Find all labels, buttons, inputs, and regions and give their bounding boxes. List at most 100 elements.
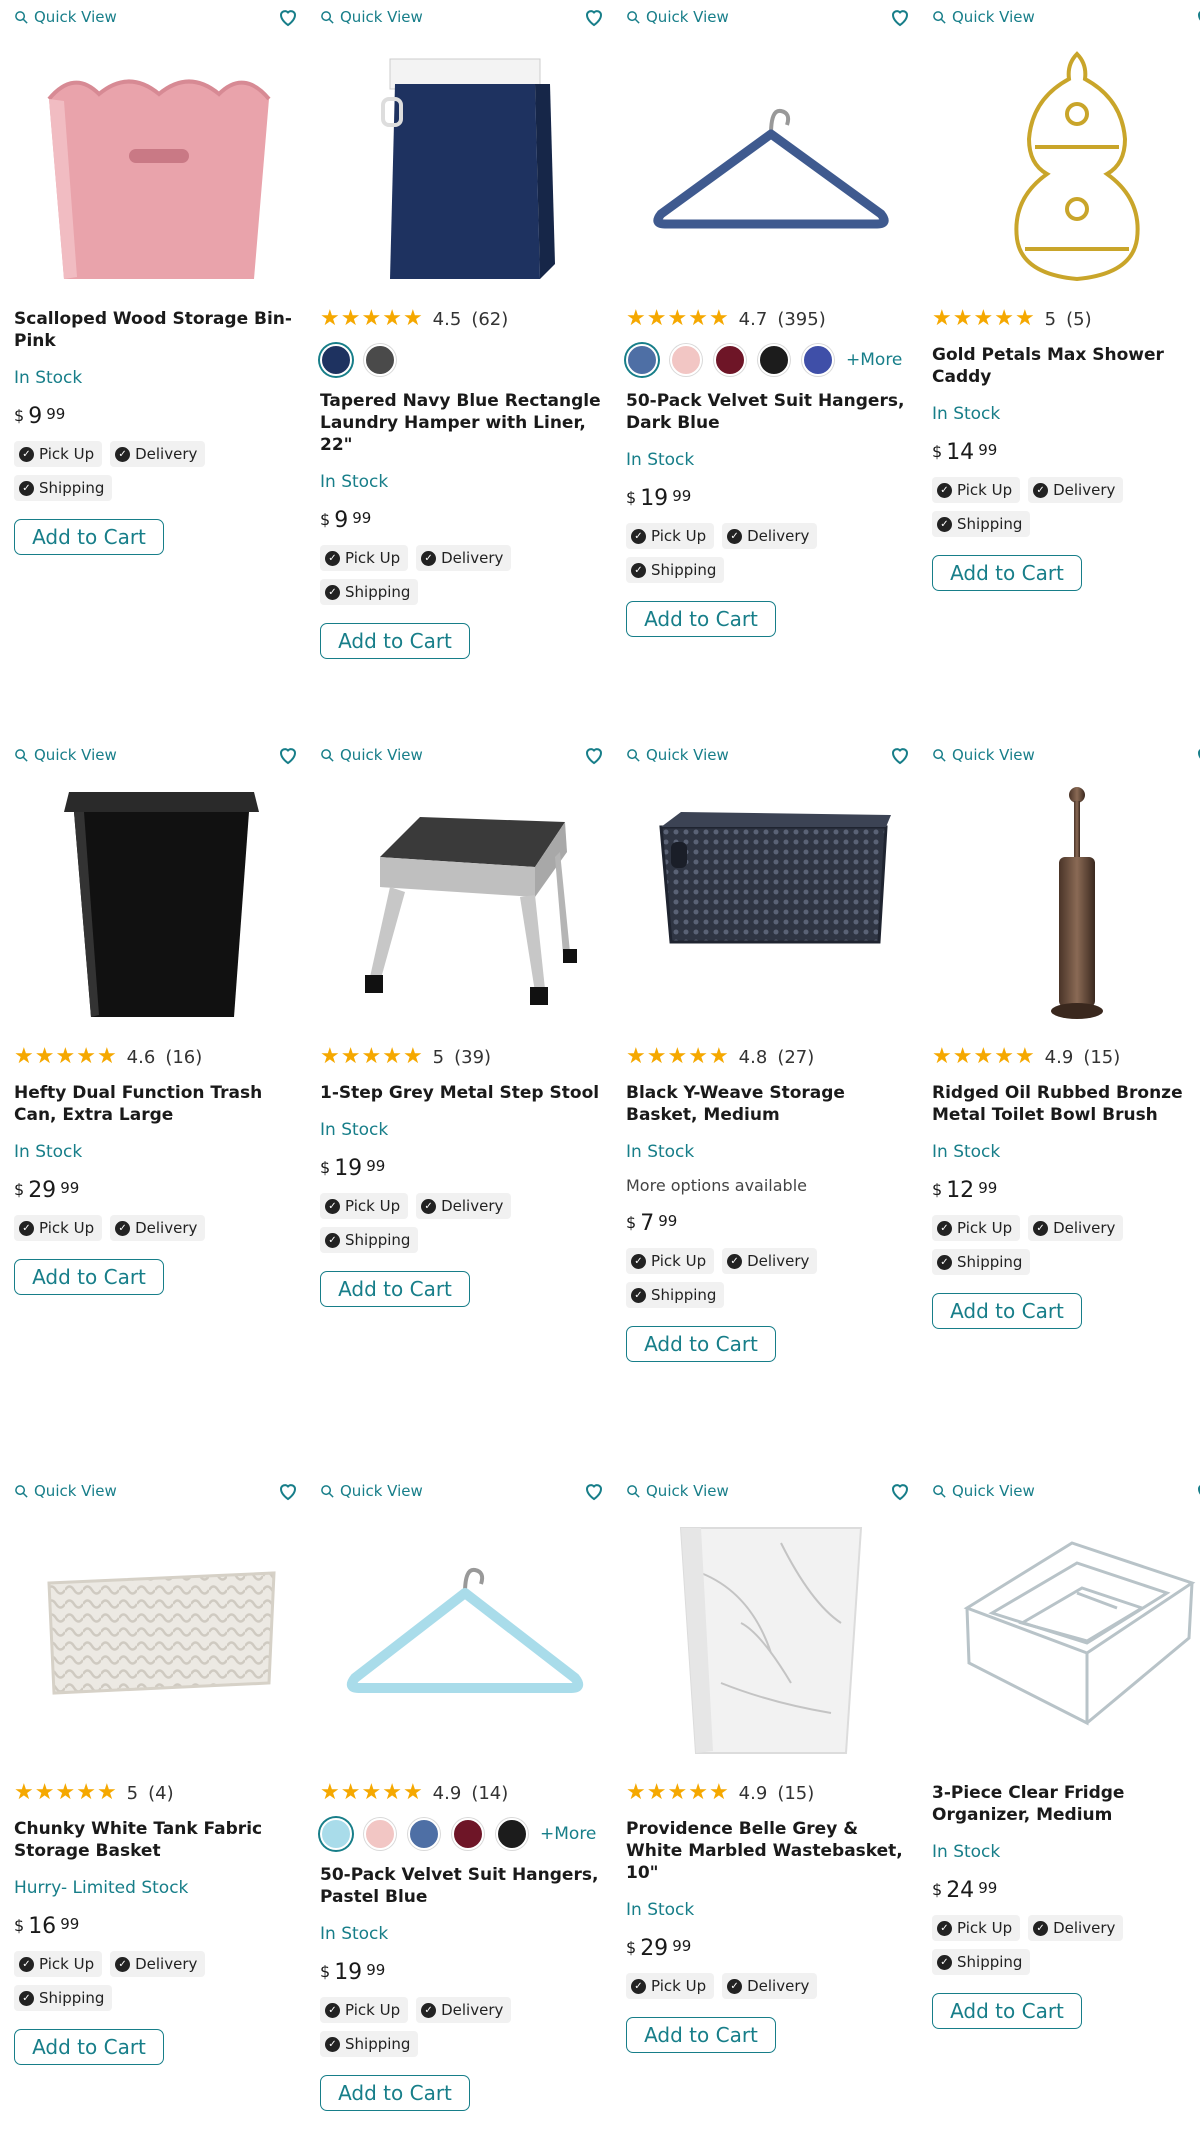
product-image[interactable] xyxy=(626,772,916,1032)
check-icon: ✓ xyxy=(421,1198,437,1214)
swatch-royal-blue[interactable] xyxy=(802,344,834,376)
heart-icon[interactable] xyxy=(582,743,606,767)
swatch-navy[interactable] xyxy=(320,344,352,376)
stock-status: In Stock xyxy=(932,1142,1001,1162)
add-to-cart-button[interactable]: Add to Cart xyxy=(320,623,470,659)
heart-icon[interactable] xyxy=(582,1479,606,1503)
product-image[interactable] xyxy=(14,1508,304,1768)
quick-view-link[interactable]: Quick View xyxy=(320,1482,423,1500)
swatch-pastel-blue[interactable] xyxy=(320,1818,352,1850)
swatch-black[interactable] xyxy=(758,344,790,376)
product-image[interactable] xyxy=(932,1508,1200,1768)
product-image[interactable] xyxy=(14,772,304,1032)
product-image[interactable] xyxy=(932,772,1200,1032)
product-image[interactable] xyxy=(626,34,916,294)
heart-icon[interactable] xyxy=(276,5,300,29)
quick-view-link[interactable]: Quick View xyxy=(626,746,729,764)
add-to-cart-button[interactable]: Add to Cart xyxy=(932,1293,1082,1329)
add-to-cart-button[interactable]: Add to Cart xyxy=(14,2029,164,2065)
fulfillment-options: ✓ Pick Up ✓ Delivery xyxy=(626,1973,856,1999)
add-to-cart-button[interactable]: Add to Cart xyxy=(932,555,1082,591)
check-icon: ✓ xyxy=(115,1220,131,1236)
quick-view-link[interactable]: Quick View xyxy=(626,1482,729,1500)
swatch-blue[interactable] xyxy=(408,1818,440,1850)
fulfillment-options: ✓ Pick Up ✓ Delivery xyxy=(14,1215,244,1241)
add-to-cart-button[interactable]: Add to Cart xyxy=(932,1993,1082,2029)
product-title[interactable]: Scalloped Wood Storage Bin- Pink xyxy=(14,308,304,352)
quick-view-link[interactable]: Quick View xyxy=(320,746,423,764)
star-rating-icon: ★ ★ ★ ★ ★ xyxy=(14,1780,117,1805)
search-icon xyxy=(321,748,334,762)
product-image[interactable] xyxy=(320,34,610,294)
star-rating-icon: ★ ★ ★ ★ ★ xyxy=(626,1780,729,1805)
quick-view-link[interactable]: Quick View xyxy=(932,1482,1035,1500)
product-image[interactable] xyxy=(626,1508,916,1768)
product-image[interactable] xyxy=(14,34,304,294)
more-colors-link[interactable]: +More xyxy=(540,1824,596,1844)
product-title[interactable]: Tapered Navy Blue Rectangle Laundry Hamp… xyxy=(320,390,610,456)
swatch-grey[interactable] xyxy=(364,344,396,376)
add-to-cart-button[interactable]: Add to Cart xyxy=(14,1259,164,1295)
product-title[interactable]: 1-Step Grey Metal Step Stool xyxy=(320,1082,610,1104)
check-icon: ✓ xyxy=(727,1978,743,1994)
swatch-pink[interactable] xyxy=(670,344,702,376)
product-title[interactable]: Gold Petals Max Shower Caddy xyxy=(932,344,1200,388)
more-colors-link[interactable]: +More xyxy=(846,350,902,370)
product-title[interactable]: Providence Belle Grey & White Marbled Wa… xyxy=(626,1818,916,1884)
quick-view-link[interactable]: Quick View xyxy=(320,8,423,26)
swatch-pink[interactable] xyxy=(364,1818,396,1850)
add-to-cart-button[interactable]: Add to Cart xyxy=(626,2017,776,2053)
quick-view-link[interactable]: Quick View xyxy=(14,1482,117,1500)
rating: ★ ★ ★ ★ ★ 4.7 (395) xyxy=(626,306,826,331)
fulfillment-options: ✓ Pick Up ✓ Delivery ✓ Shipping xyxy=(14,1951,244,2011)
pickup-badge: ✓ Pick Up xyxy=(626,1973,715,1999)
product-title[interactable]: 50-Pack Velvet Suit Hangers, Dark Blue xyxy=(626,390,916,434)
product-title[interactable]: Ridged Oil Rubbed Bronze Metal Toilet Bo… xyxy=(932,1082,1200,1126)
heart-icon[interactable] xyxy=(276,743,300,767)
check-icon: ✓ xyxy=(421,2002,437,2018)
swatch-dark-blue[interactable] xyxy=(626,344,658,376)
price: $ 19 99 xyxy=(320,1960,386,1985)
fulfillment-options: ✓ Pick Up ✓ Delivery ✓ Shipping xyxy=(14,441,244,501)
swatch-burgundy[interactable] xyxy=(452,1818,484,1850)
product-title[interactable]: Black Y-Weave Storage Basket, Medium xyxy=(626,1082,916,1126)
check-icon: ✓ xyxy=(631,1978,646,1994)
swatch-black[interactable] xyxy=(496,1818,528,1850)
heart-icon[interactable] xyxy=(888,1479,912,1503)
quick-view-link[interactable]: Quick View xyxy=(14,8,117,26)
swatch-burgundy[interactable] xyxy=(714,344,746,376)
product-image[interactable] xyxy=(932,34,1200,294)
product-title[interactable]: Hefty Dual Function Trash Can, Extra Lar… xyxy=(14,1082,304,1126)
add-to-cart-button[interactable]: Add to Cart xyxy=(320,1271,470,1307)
add-to-cart-button[interactable]: Add to Cart xyxy=(320,2075,470,2111)
heart-icon[interactable] xyxy=(276,1479,300,1503)
star-rating-icon: ★ ★ ★ ★ ★ xyxy=(626,306,729,331)
stock-status: In Stock xyxy=(14,368,83,388)
shipping-badge: ✓ Shipping xyxy=(320,1227,419,1253)
product-image[interactable] xyxy=(320,772,610,1032)
product-image[interactable] xyxy=(320,1508,610,1768)
delivery-badge: ✓ Delivery xyxy=(110,441,206,467)
quick-view-link[interactable]: Quick View xyxy=(932,8,1035,26)
product-card: Quick View ★ ★ ★ ★ ★ 5 (39) 1-Step Grey Metal… xyxy=(320,738,610,1307)
price: $ 19 99 xyxy=(320,1156,386,1181)
add-to-cart-button[interactable]: Add to Cart xyxy=(14,519,164,555)
quick-view-link[interactable]: Quick View xyxy=(626,8,729,26)
star-rating-icon: ★ ★ ★ ★ ★ xyxy=(320,306,423,331)
product-title[interactable]: Chunky White Tank Fabric Storage Basket xyxy=(14,1818,304,1862)
heart-icon[interactable] xyxy=(888,743,912,767)
product-title[interactable]: 3-Piece Clear Fridge Organizer, Medium xyxy=(932,1782,1200,1826)
quick-view-link[interactable]: Quick View xyxy=(14,746,117,764)
delivery-badge: ✓ Delivery xyxy=(416,545,512,571)
heart-icon[interactable] xyxy=(582,5,606,29)
heart-icon[interactable] xyxy=(1194,743,1200,767)
fulfillment-options: ✓ Pick Up ✓ Delivery ✓ Shipping xyxy=(626,523,856,583)
add-to-cart-button[interactable]: Add to Cart xyxy=(626,1326,776,1362)
heart-icon[interactable] xyxy=(888,5,912,29)
check-icon: ✓ xyxy=(937,1954,952,1970)
quick-view-link[interactable]: Quick View xyxy=(932,746,1035,764)
product-title[interactable]: 50-Pack Velvet Suit Hangers, Pastel Blue xyxy=(320,1864,610,1908)
add-to-cart-button[interactable]: Add to Cart xyxy=(626,601,776,637)
heart-icon[interactable] xyxy=(1194,5,1200,29)
heart-icon[interactable] xyxy=(1194,1479,1200,1503)
